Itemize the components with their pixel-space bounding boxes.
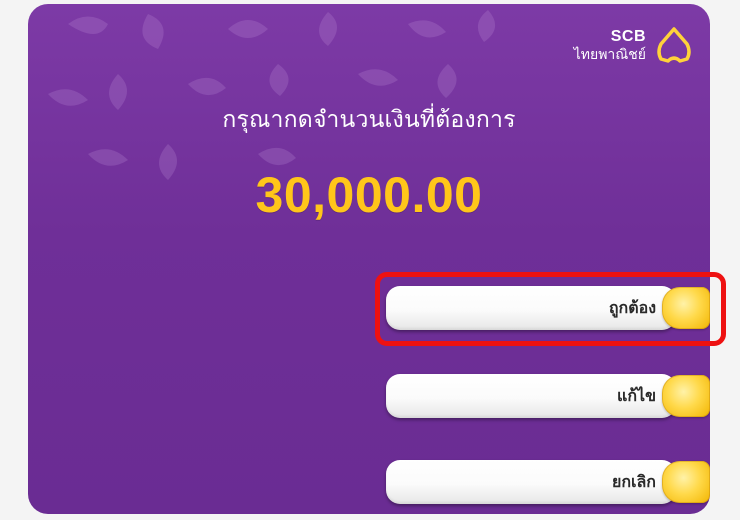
option-edit: แก้ไข xyxy=(386,374,710,418)
logo-thai-text: ไทยพาณิชย์ xyxy=(573,47,646,64)
confirm-label: ถูกต้อง xyxy=(608,297,656,317)
scb-bell-icon xyxy=(654,26,694,66)
edit-button[interactable]: แก้ไข xyxy=(386,374,676,418)
cancel-side-key[interactable] xyxy=(662,461,710,503)
cancel-label: ยกเลิก xyxy=(611,471,656,491)
confirm-button[interactable]: ถูกต้อง xyxy=(386,286,676,330)
confirm-side-key[interactable] xyxy=(662,287,710,329)
logo-text: SCB ไทยพาณิชย์ xyxy=(573,28,646,64)
amount-value: 30,000.00 xyxy=(255,167,483,223)
atm-screen: SCB ไทยพาณิชย์ กรุณากดจำนวนเงินที่ต้องกา… xyxy=(28,4,710,514)
scb-logo: SCB ไทยพาณิชย์ xyxy=(574,26,694,66)
option-cancel: ยกเลิก xyxy=(386,460,710,504)
amount-prompt: กรุณากดจำนวนเงินที่ต้องการ xyxy=(222,107,516,133)
logo-scb-text: SCB xyxy=(610,28,646,46)
edit-label: แก้ไข xyxy=(617,385,656,405)
cancel-button[interactable]: ยกเลิก xyxy=(386,460,676,504)
edit-side-key[interactable] xyxy=(662,375,710,417)
option-confirm: ถูกต้อง xyxy=(386,286,710,330)
